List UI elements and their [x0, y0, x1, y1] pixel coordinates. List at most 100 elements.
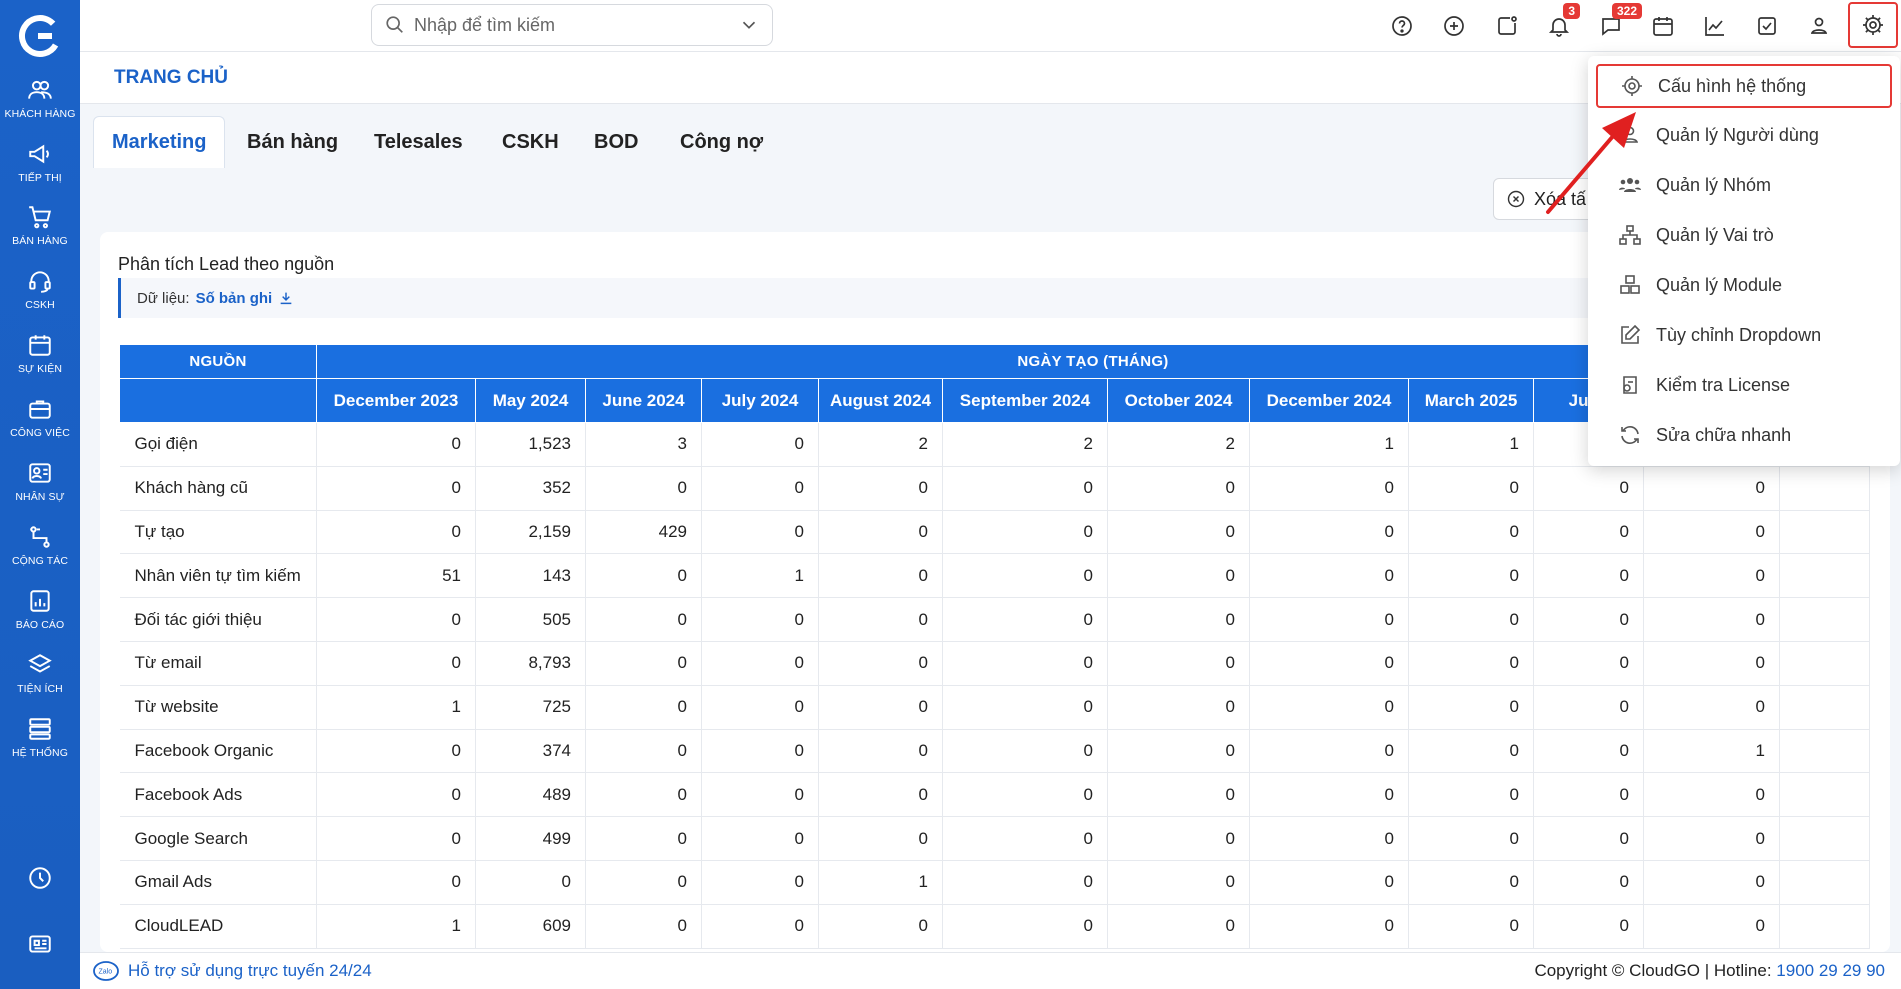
search-input[interactable]	[414, 14, 738, 36]
menu-item-module-management[interactable]: Quản lý Module	[1596, 263, 1892, 307]
value-cell[interactable]	[1779, 641, 1870, 686]
value-cell[interactable]: 0	[1533, 904, 1644, 949]
value-cell[interactable]: 0	[1408, 904, 1534, 949]
menu-item-quick-repair[interactable]: Sửa chữa nhanh	[1596, 413, 1892, 457]
value-cell[interactable]: 0	[1408, 510, 1534, 555]
month-header[interactable]: December 2024	[1249, 378, 1409, 423]
value-cell[interactable]	[1779, 904, 1870, 949]
value-cell[interactable]: 0	[1249, 641, 1409, 686]
value-cell[interactable]: 0	[585, 729, 702, 774]
month-header[interactable]: March 2025	[1408, 378, 1534, 423]
value-cell[interactable]: 0	[1249, 510, 1409, 555]
value-cell[interactable]: 1	[316, 685, 476, 730]
value-cell[interactable]: 0	[1408, 685, 1534, 730]
value-cell[interactable]: 1,523	[475, 422, 586, 467]
value-cell[interactable]: 0	[818, 729, 943, 774]
tab-debt[interactable]: Công nợ	[662, 116, 781, 168]
value-cell[interactable]: 0	[701, 422, 819, 467]
value-cell[interactable]: 1	[1643, 729, 1780, 774]
value-cell[interactable]: 0	[585, 860, 702, 905]
value-cell[interactable]: 0	[942, 816, 1108, 861]
value-cell[interactable]: 0	[1533, 553, 1644, 599]
tab-sales[interactable]: Bán hàng	[229, 116, 356, 168]
value-cell[interactable]: 0	[701, 772, 819, 818]
value-cell[interactable]: 0	[1249, 553, 1409, 599]
value-cell[interactable]: 0	[818, 510, 943, 555]
value-cell[interactable]: 0	[1107, 729, 1250, 774]
tab-cskh[interactable]: CSKH	[484, 116, 577, 168]
menu-item-license-check[interactable]: Kiểm tra License	[1596, 363, 1892, 407]
value-cell[interactable]: 143	[475, 553, 586, 599]
value-cell[interactable]: 499	[475, 816, 586, 861]
value-cell[interactable]	[1779, 729, 1870, 774]
value-cell[interactable]: 0	[942, 772, 1108, 818]
value-cell[interactable]: 0	[818, 685, 943, 730]
value-cell[interactable]: 0	[701, 685, 819, 730]
value-cell[interactable]: 0	[1643, 553, 1780, 599]
value-cell[interactable]: 0	[1408, 729, 1534, 774]
value-cell[interactable]: 0	[316, 816, 476, 861]
value-cell[interactable]: 0	[1107, 510, 1250, 555]
value-cell[interactable]: 489	[475, 772, 586, 818]
sidebar-item-hr[interactable]: NHÂN SỰ	[0, 449, 80, 513]
value-cell[interactable]: 0	[1408, 553, 1534, 599]
value-cell[interactable]: 0	[942, 904, 1108, 949]
value-cell[interactable]: 0	[818, 641, 943, 686]
value-cell[interactable]: 0	[585, 904, 702, 949]
value-cell[interactable]: 0	[701, 729, 819, 774]
value-cell[interactable]: 0	[818, 772, 943, 818]
value-cell[interactable]: 0	[942, 553, 1108, 599]
settings-button[interactable]	[1848, 2, 1898, 48]
value-cell[interactable]: 0	[316, 422, 476, 467]
value-cell[interactable]: 0	[1533, 685, 1644, 730]
value-cell[interactable]: 0	[585, 641, 702, 686]
value-cell[interactable]: 429	[585, 510, 702, 555]
value-cell[interactable]: 0	[1107, 553, 1250, 599]
value-cell[interactable]: 0	[1107, 641, 1250, 686]
value-cell[interactable]: 0	[475, 860, 586, 905]
cloudgo-logo[interactable]	[18, 14, 62, 58]
value-cell[interactable]: 0	[818, 904, 943, 949]
value-cell[interactable]	[1779, 860, 1870, 905]
value-cell[interactable]: 609	[475, 904, 586, 949]
value-cell[interactable]: 0	[942, 641, 1108, 686]
sidebar-item-customers[interactable]: KHÁCH HÀNG	[0, 66, 80, 130]
notifications-button[interactable]: 3	[1542, 3, 1580, 43]
value-cell[interactable]: 352	[475, 466, 586, 511]
value-cell[interactable]: 2	[818, 422, 943, 467]
tab-bod[interactable]: BOD	[576, 116, 656, 168]
value-cell[interactable]: 2,159	[475, 510, 586, 555]
value-cell[interactable]: 0	[1533, 772, 1644, 818]
tab-marketing[interactable]: Marketing	[93, 116, 226, 168]
month-header[interactable]: May 2024	[475, 378, 586, 423]
tasks-button[interactable]	[1750, 9, 1784, 43]
value-cell[interactable]	[1779, 553, 1870, 599]
value-cell[interactable]: 0	[701, 816, 819, 861]
value-cell[interactable]: 0	[818, 466, 943, 511]
value-cell[interactable]: 0	[1408, 597, 1534, 642]
value-cell[interactable]: 0	[1107, 860, 1250, 905]
value-cell[interactable]	[1779, 466, 1870, 511]
sidebar-item-system[interactable]: HỆ THỐNG	[0, 705, 80, 769]
value-cell[interactable]: 0	[1643, 685, 1780, 730]
value-cell[interactable]: 0	[1249, 597, 1409, 642]
value-cell[interactable]: 0	[818, 553, 943, 599]
value-cell[interactable]: 0	[1533, 510, 1644, 555]
history-button[interactable]	[0, 846, 80, 910]
value-cell[interactable]: 1	[316, 904, 476, 949]
value-cell[interactable]	[1779, 816, 1870, 861]
value-cell[interactable]: 0	[1533, 641, 1644, 686]
value-cell[interactable]: 0	[1408, 860, 1534, 905]
sidebar-item-events[interactable]: SỰ KIỆN	[0, 321, 80, 385]
value-cell[interactable]: 505	[475, 597, 586, 642]
value-cell[interactable]: 0	[1249, 904, 1409, 949]
value-cell[interactable]: 0	[1249, 729, 1409, 774]
value-cell[interactable]: 0	[1533, 816, 1644, 861]
value-cell[interactable]: 0	[1249, 685, 1409, 730]
value-cell[interactable]: 0	[1249, 772, 1409, 818]
value-cell[interactable]: 0	[316, 729, 476, 774]
value-cell[interactable]: 0	[942, 597, 1108, 642]
sidebar-item-marketing[interactable]: TIẾP THỊ	[0, 130, 80, 194]
month-header[interactable]: September 2024	[942, 378, 1108, 423]
sidebar-item-tasks[interactable]: CÔNG VIỆC	[0, 385, 80, 449]
